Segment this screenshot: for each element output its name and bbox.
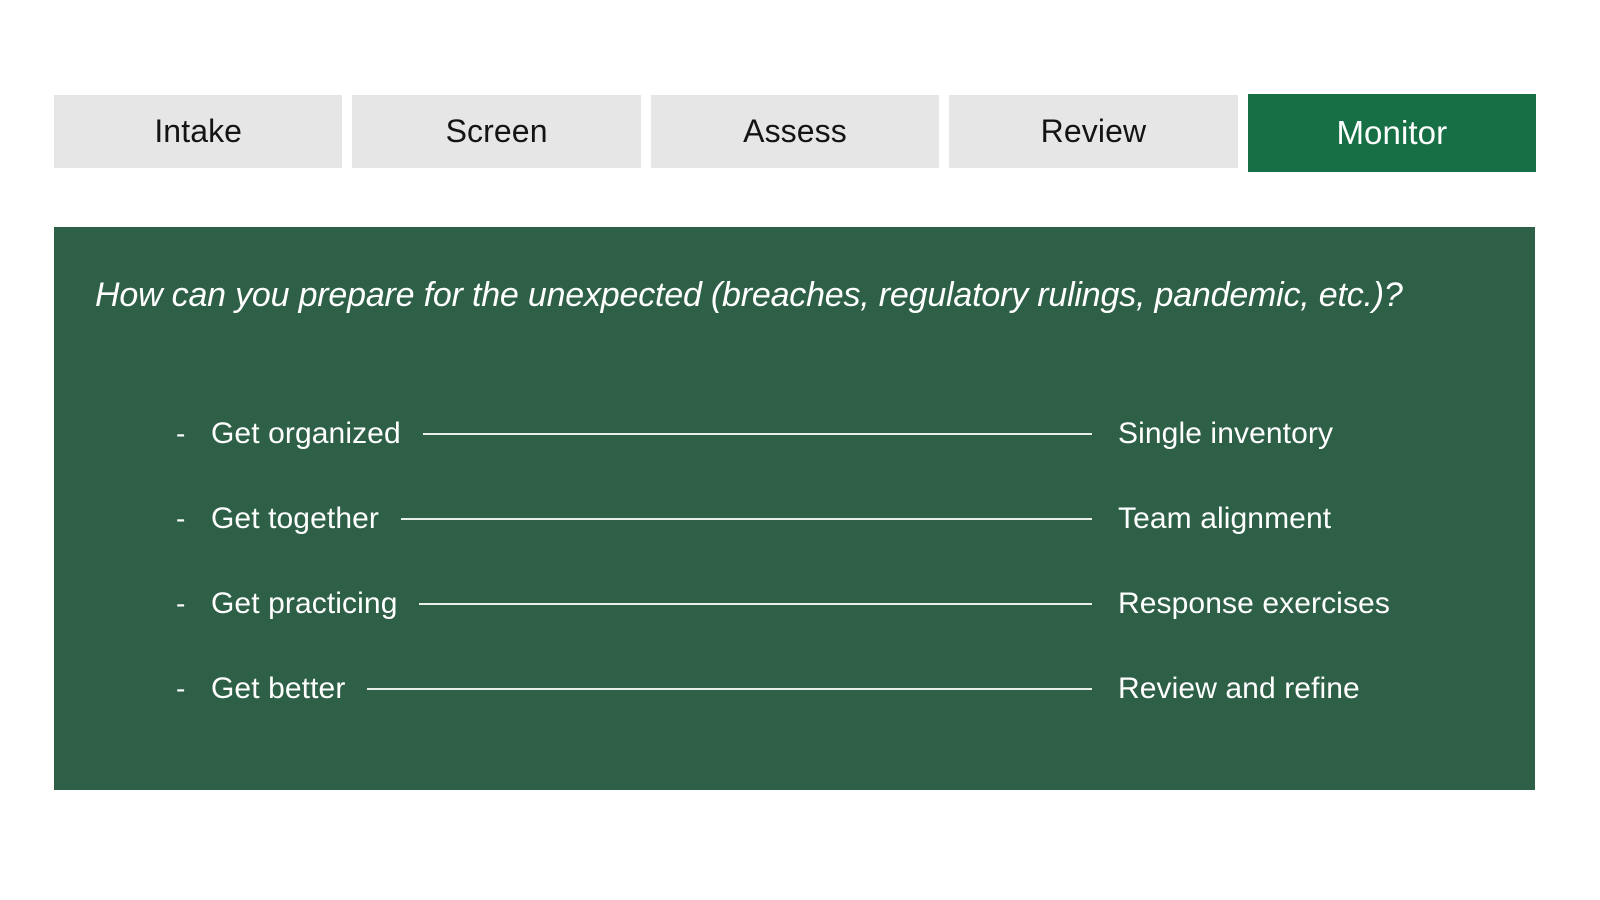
pair-row: - Get organized Single inventory [54,391,1535,476]
pair-row-connector-line [419,602,1092,605]
panel-heading: How can you prepare for the unexpected (… [95,276,1403,314]
pair-row-right-label: Team alignment [1118,501,1332,535]
pair-row-left-label: Get better [211,671,346,705]
monitor-content-panel: How can you prepare for the unexpected (… [54,227,1535,790]
pair-row-right-label: Response exercises [1118,586,1390,620]
pair-row: - Get together Team alignment [54,476,1535,561]
stage-tabstrip: Intake Screen Assess Review Monitor [54,94,1537,173]
tab-review[interactable]: Review [949,95,1238,168]
tab-screen[interactable]: Screen [352,95,641,168]
bullet-dash-icon: - [176,502,186,534]
pair-row-connector-line [367,687,1092,690]
bullet-dash-icon: - [176,587,186,619]
pair-row-right-label: Review and refine [1118,671,1360,705]
bullet-dash-icon: - [176,672,186,704]
pair-row-left-label: Get practicing [211,586,398,620]
tab-review-label: Review [1040,113,1147,149]
tab-screen-label: Screen [445,113,548,149]
pair-row-right-label: Single inventory [1118,416,1334,450]
pair-row-connector-line [423,432,1092,435]
slide-canvas: Intake Screen Assess Review Monitor How … [0,0,1600,900]
pair-row-left-label: Get organized [211,416,401,450]
bullet-dash-icon: - [176,417,186,449]
tab-monitor-label: Monitor [1336,114,1448,151]
tab-intake[interactable]: Intake [54,95,343,168]
pair-row: - Get practicing Response exercises [54,561,1535,646]
pair-row-connector-line [401,517,1092,520]
tab-assess-label: Assess [743,113,847,149]
tab-intake-label: Intake [154,113,243,149]
pair-row-list: - Get organized Single inventory - Get t… [54,391,1535,731]
pair-row: - Get better Review and refine [54,646,1535,731]
pair-row-left-label: Get together [211,501,379,535]
tab-monitor[interactable]: Monitor [1247,94,1537,172]
tab-assess[interactable]: Assess [650,95,940,168]
